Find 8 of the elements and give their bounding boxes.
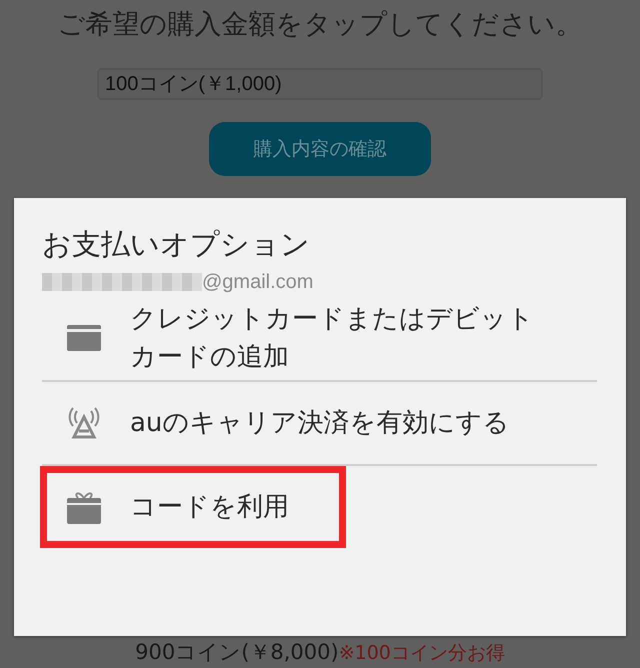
payment-option[interactable]: コードを利用 bbox=[40, 466, 346, 548]
payment-option[interactable]: auのキャリア決済を有効にする bbox=[42, 382, 597, 464]
page-heading: ご希望の購入金額をタップしてください。 bbox=[58, 8, 582, 42]
payment-option[interactable]: クレジットカードまたはデビットカードの追加 bbox=[42, 296, 597, 380]
bonus-note: ※100コイン分お得 bbox=[338, 642, 505, 664]
account-email: @gmail.com bbox=[202, 270, 314, 294]
dialog-title: お支払いオプション bbox=[42, 226, 311, 263]
antenna-icon bbox=[66, 405, 102, 441]
